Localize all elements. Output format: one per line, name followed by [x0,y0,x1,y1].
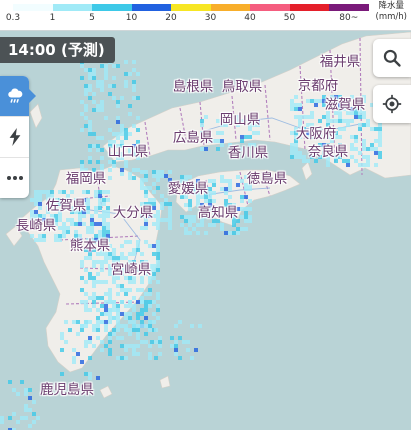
prefecture-label-kyoto: 京都府 [297,78,339,94]
legend-swatch [289,4,329,11]
legend-swatch [131,4,171,11]
prefecture-label-tokushima: 徳島県 [246,171,288,187]
legend-swatch [210,4,250,11]
legend-tick-label: 30 [204,13,217,23]
prefecture-label-yamaguchi: 山口県 [107,144,149,160]
prefecture-label-shimane: 島根県 [172,79,214,95]
legend-swatch [52,4,92,11]
legend-tick-label: 10 [125,13,138,23]
legend-unit: 降水量 (mm/h) [375,1,407,22]
prefecture-label-oita: 大分県 [112,205,154,221]
more-options-button[interactable] [0,158,29,198]
precipitation-legend: 0.3 1 5 10 20 30 40 50 80~ 降水量 (mm/h) [0,0,411,31]
lightning-layer-button[interactable] [0,117,29,158]
prefecture-label-kagawa: 香川県 [227,145,269,161]
layer-toolbar [0,76,36,198]
legend-swatch [13,4,53,11]
prefecture-label-kumamoto: 熊本県 [69,238,111,254]
forecast-time-badge[interactable]: 14:00 (予測) [0,37,115,63]
prefecture-label-hiroshima: 広島県 [172,130,214,146]
legend-swatch [92,4,132,11]
prefecture-label-osaka: 大阪府 [295,126,337,142]
prefecture-label-fukuoka: 福岡県 [65,171,107,187]
current-location-button[interactable] [373,85,411,123]
legend-color-bar [13,4,369,11]
legend-tick-label: 1 [49,13,56,23]
prefecture-label-shiga: 滋賀県 [324,97,366,113]
search-button[interactable] [373,39,411,77]
prefecture-label-ehime: 愛媛県 [167,181,209,197]
legend-tick-label: 5 [89,13,95,23]
current-location-icon [382,94,402,114]
prefecture-label-saga: 佐賀県 [45,198,87,214]
prefecture-label-miyazaki: 宮崎県 [110,262,152,278]
rain-cloud-icon [7,88,22,103]
legend-tick-label: 40 [244,13,256,23]
legend-swatch [250,4,290,11]
prefecture-label-nara: 奈良県 [307,144,349,160]
prefecture-label-fukui: 福井県 [319,54,361,70]
prefecture-label-okayama: 岡山県 [219,112,261,128]
legend-tick-label: 80~ [339,13,359,23]
more-dots-icon [6,176,23,180]
legend-tick-label: 0.3 [5,13,21,23]
rain-layer-button[interactable] [0,76,36,117]
prefecture-label-tottori: 鳥取県 [221,79,263,95]
legend-swatch [329,4,369,11]
legend-swatch [171,4,211,11]
lightning-icon [9,128,20,146]
prefecture-label-kagoshima: 鹿児島県 [40,382,94,398]
legend-tick-label: 50 [283,13,296,23]
legend-tick-label: 20 [165,13,177,23]
prefecture-label-kochi: 高知県 [197,205,239,221]
search-icon [383,49,401,67]
prefecture-label-nagasaki: 長崎県 [15,218,57,234]
